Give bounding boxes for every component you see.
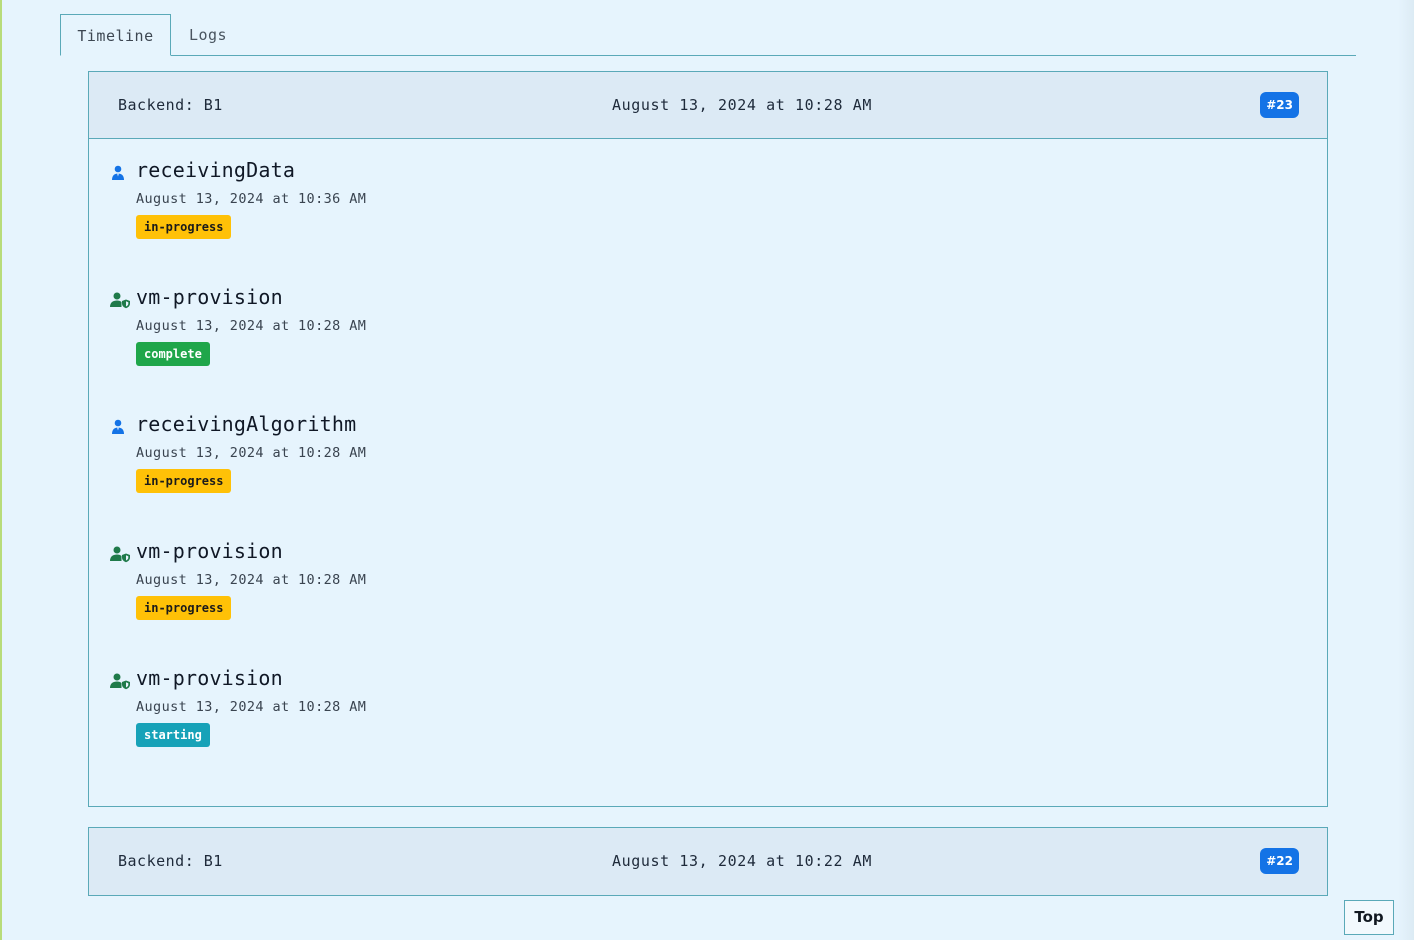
status-badge: in-progress <box>136 469 232 493</box>
user-shield-icon <box>110 546 130 563</box>
task-title: vm-provision <box>136 539 283 563</box>
user-shield-icon <box>110 673 130 690</box>
tab-logs[interactable]: Logs <box>173 14 243 56</box>
timeline-item: vm-provision August 13, 2024 at 10:28 AM… <box>109 284 709 394</box>
task-date: August 13, 2024 at 10:28 AM <box>136 445 367 461</box>
timeline-item: vm-provision August 13, 2024 at 10:28 AM… <box>109 665 709 775</box>
scroll-top-button[interactable]: Top <box>1344 900 1394 935</box>
task-date: August 13, 2024 at 10:28 AM <box>136 318 367 334</box>
task-title: receivingAlgorithm <box>136 412 357 436</box>
scroll-edge-shadow <box>1398 0 1414 940</box>
user-icon <box>112 165 124 180</box>
status-badge: in-progress <box>136 215 232 239</box>
task-title: vm-provision <box>136 285 283 309</box>
timeline-card: Backend: B1 August 13, 2024 at 10:28 AM … <box>88 71 1328 807</box>
tab-timeline[interactable]: Timeline <box>60 14 171 56</box>
task-title: receivingData <box>136 158 296 182</box>
backend-label: Backend: B1 <box>118 96 223 114</box>
status-badge: in-progress <box>136 596 232 620</box>
card-date: August 13, 2024 at 10:22 AM <box>612 852 873 870</box>
timeline-item: vm-provision August 13, 2024 at 10:28 AM… <box>109 538 709 648</box>
card-header[interactable]: Backend: B1 August 13, 2024 at 10:22 AM … <box>89 828 1327 895</box>
timeline-item: receivingAlgorithm August 13, 2024 at 10… <box>109 411 709 521</box>
task-title: vm-provision <box>136 666 283 690</box>
run-number-badge[interactable]: #22 <box>1260 848 1299 874</box>
timeline-card: Backend: B1 August 13, 2024 at 10:22 AM … <box>88 827 1328 896</box>
user-icon <box>112 419 124 434</box>
task-date: August 13, 2024 at 10:28 AM <box>136 699 367 715</box>
card-date: August 13, 2024 at 10:28 AM <box>612 96 873 114</box>
timeline-item: receivingData August 13, 2024 at 10:36 A… <box>109 157 709 267</box>
run-number-badge[interactable]: #23 <box>1260 92 1299 118</box>
task-date: August 13, 2024 at 10:28 AM <box>136 572 367 588</box>
user-shield-icon <box>110 292 130 309</box>
tab-bar: Timeline Logs <box>60 14 1356 56</box>
backend-label: Backend: B1 <box>118 852 223 870</box>
card-header[interactable]: Backend: B1 August 13, 2024 at 10:28 AM … <box>89 72 1327 139</box>
task-date: August 13, 2024 at 10:36 AM <box>136 191 367 207</box>
status-badge: complete <box>136 342 210 366</box>
status-badge: starting <box>136 723 210 747</box>
